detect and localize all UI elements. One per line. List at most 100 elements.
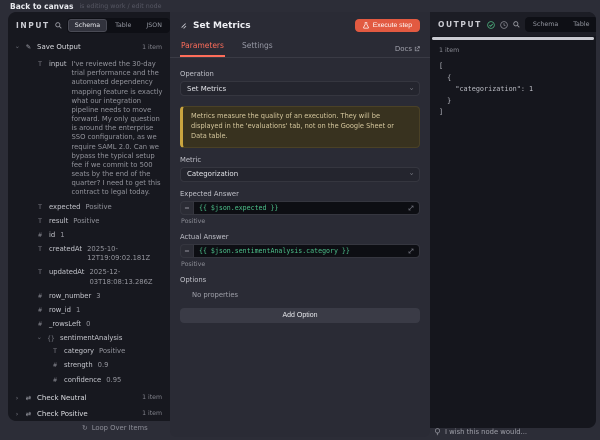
- schema-field-row_number[interactable]: #row_number3: [36, 292, 164, 301]
- output-tab-table[interactable]: Table: [566, 18, 596, 31]
- json-line: ]: [439, 107, 587, 119]
- output-body: 1 item [ { "categorization": 1 }]: [430, 40, 596, 126]
- input-tab-json[interactable]: JSON: [139, 19, 169, 32]
- schema-field-confidence[interactable]: #confidence0.95: [51, 376, 164, 385]
- input-tab-table[interactable]: Table: [108, 19, 138, 32]
- success-check-icon: [487, 21, 495, 29]
- tab-parameters[interactable]: Parameters: [180, 37, 225, 57]
- node-name: Save Output: [37, 43, 81, 51]
- schema-field-result[interactable]: TresultPositive: [36, 217, 164, 226]
- string-type-icon: T: [36, 62, 44, 68]
- input-header: INPUT SchemaTableJSON: [8, 12, 170, 37]
- schema-field-_rowsLeft[interactable]: #_rowsLeft0: [36, 320, 164, 329]
- output-tab-schema[interactable]: Schema: [526, 18, 565, 31]
- metric-select[interactable]: Categorization ›: [180, 167, 420, 182]
- expected-answer-label: Expected Answer: [180, 190, 420, 198]
- field-value: Positive: [99, 347, 125, 356]
- expected-answer-preview: Positive: [181, 218, 420, 225]
- execute-step-button[interactable]: Execute step: [355, 19, 420, 32]
- lightbulb-icon: [434, 428, 441, 436]
- input-node-save-output[interactable]: ›✎Save Output1 item: [12, 39, 164, 55]
- actual-answer-label: Actual Answer: [180, 233, 420, 241]
- node-feedback-link[interactable]: I wish this node would...: [434, 428, 527, 436]
- field-key: strength: [64, 361, 93, 369]
- number-type-icon: #: [36, 308, 44, 314]
- item-count: 1 item: [142, 394, 162, 401]
- field-key: result: [49, 217, 68, 225]
- canvas-node-breadcrumb: ↻ Loop Over Items: [82, 424, 148, 432]
- input-title: INPUT: [16, 21, 50, 30]
- schema-field-input[interactable]: TinputI've reviewed the 30-day trial per…: [36, 60, 164, 198]
- item-count: 1 item: [142, 410, 162, 417]
- topbar-hint: is editing work / edit node: [79, 3, 161, 10]
- input-node-check-neutral[interactable]: ›⇄Check Neutral1 item: [12, 390, 164, 406]
- actual-answer-field: = {{ $json.sentimentAnalysis.category }}: [180, 244, 420, 258]
- expression-toggle[interactable]: =: [180, 244, 193, 258]
- string-type-icon: T: [36, 205, 44, 211]
- output-panel: OUTPUT SchemaTableJSON 1 item [ { "categ…: [430, 12, 596, 428]
- schema-field-strength[interactable]: # strength 0.9: [51, 361, 164, 370]
- node-detail-panel: Set Metrics Execute step Parameters Sett…: [170, 12, 430, 437]
- number-type-icon: #: [51, 363, 59, 369]
- field-key: sentimentAnalysis: [60, 334, 122, 342]
- schema-field-category[interactable]: Tcategory Positive: [51, 347, 164, 356]
- field-value: I've reviewed the 30-day trial performan…: [71, 60, 164, 198]
- schema-field-createdAt[interactable]: TcreatedAt2025-10-12T19:09:02.181Z: [36, 245, 164, 263]
- field-key: category: [64, 347, 94, 355]
- input-panel: INPUT SchemaTableJSON ›✎Save Output1 ite…: [8, 12, 170, 421]
- execution-time-icon: [500, 21, 508, 29]
- tab-settings[interactable]: Settings: [241, 37, 274, 57]
- field-value: 2025-12-03T18:08:13.286Z: [89, 268, 164, 286]
- input-schema-tree: ›✎Save Output1 itemTinputI've reviewed t…: [8, 37, 170, 421]
- input-view-tabs: SchemaTableJSON: [67, 18, 170, 33]
- options-label: Options: [180, 276, 420, 284]
- expected-answer-input[interactable]: {{ $json.expected }}: [193, 201, 420, 215]
- parameters-body: Operation Set Metrics › Metrics measure …: [170, 58, 430, 327]
- schema-field-id[interactable]: #id1: [36, 231, 164, 240]
- number-type-icon: #: [36, 233, 44, 239]
- string-type-icon: T: [51, 349, 59, 355]
- chevron-icon: ›: [14, 44, 21, 50]
- external-link-icon: [414, 46, 420, 52]
- search-icon[interactable]: [513, 21, 520, 28]
- json-line: {: [439, 73, 587, 85]
- node-title: Set Metrics: [193, 21, 251, 31]
- json-line: [: [439, 61, 587, 73]
- metrics-notice: Metrics measure the quality of an execut…: [180, 106, 420, 148]
- field-value: 3: [96, 292, 100, 301]
- object-type-icon: {}: [47, 336, 55, 342]
- top-bar: Back to canvas is editing work / edit no…: [0, 0, 600, 12]
- field-value: 0: [86, 320, 90, 329]
- field-key: row_number: [49, 292, 91, 300]
- chevron-icon: ›: [14, 395, 20, 402]
- expand-expression-icon[interactable]: [408, 248, 414, 254]
- add-option-button[interactable]: Add Option: [180, 308, 420, 323]
- expression-toggle[interactable]: =: [180, 201, 193, 215]
- schema-field-row_id[interactable]: #row_id1: [36, 306, 164, 315]
- options-empty-text: No properties: [192, 291, 420, 299]
- string-type-icon: T: [36, 247, 44, 253]
- schema-field-updatedAt[interactable]: TupdatedAt2025-12-03T18:08:13.286Z: [36, 268, 164, 286]
- operation-select[interactable]: Set Metrics ›: [180, 81, 420, 96]
- actual-answer-input[interactable]: {{ $json.sentimentAnalysis.category }}: [193, 244, 420, 258]
- field-key: _rowsLeft: [49, 320, 81, 328]
- search-icon[interactable]: [55, 22, 62, 29]
- input-tab-schema[interactable]: Schema: [68, 19, 107, 32]
- schema-field-expected[interactable]: TexpectedPositive: [36, 203, 164, 212]
- number-type-icon: #: [51, 378, 59, 384]
- metric-label: Metric: [180, 156, 420, 164]
- back-to-canvas-link[interactable]: Back to canvas: [10, 2, 73, 11]
- schema-field-sentimentAnalysis[interactable]: ›{}sentimentAnalysis: [36, 334, 164, 342]
- item-count: 1 item: [142, 44, 162, 51]
- field-key: expected: [49, 203, 80, 211]
- input-node-check-positive[interactable]: ›⇄Check Positive1 item: [12, 406, 164, 421]
- expand-expression-icon[interactable]: [408, 205, 414, 211]
- node-name: Check Neutral: [37, 394, 87, 402]
- expected-answer-field: = {{ $json.expected }}: [180, 201, 420, 215]
- output-title: OUTPUT: [438, 20, 482, 29]
- node-name: Check Positive: [37, 410, 88, 418]
- field-value: 0.9: [98, 361, 109, 370]
- field-value: 2025-10-12T19:09:02.181Z: [87, 245, 164, 263]
- output-item-count: 1 item: [439, 47, 587, 54]
- docs-link[interactable]: Docs: [395, 45, 420, 57]
